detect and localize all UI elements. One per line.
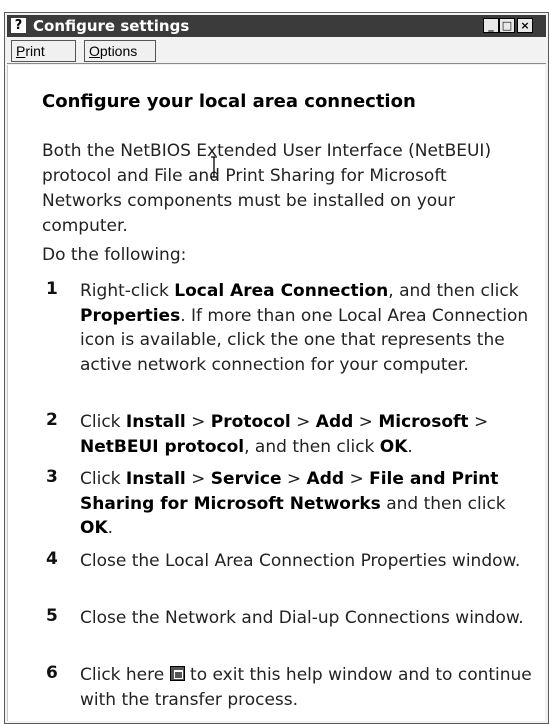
step-text-run: , and then click	[388, 281, 519, 301]
bold-text: OK	[379, 436, 408, 457]
step-text-run: Click here	[80, 665, 170, 685]
bold-text: Protocol	[210, 412, 291, 432]
bold-text: Install	[125, 412, 186, 432]
step-text-run: >	[344, 469, 370, 489]
bold-text: OK	[80, 518, 108, 538]
bold-text: Service	[210, 469, 282, 489]
step-text: Click Install > Service > Add > File and…	[80, 467, 540, 541]
step-number: 2	[46, 410, 58, 430]
step-text-run: >	[281, 469, 307, 489]
step-text-run: Click	[80, 412, 126, 432]
bold-text: Add	[315, 412, 354, 432]
help-content: Configure your local area connection Bot…	[7, 65, 545, 721]
step-text-run: Close the Local Area Connection Properti…	[80, 551, 521, 571]
step-text: Close the Network and Dial-up Connection…	[80, 606, 540, 631]
minimize-button[interactable]: _	[483, 18, 499, 33]
bold-text: NetBEUI protocol	[80, 436, 245, 457]
help-icon: ?	[11, 18, 26, 33]
step-text-run: Right-click	[80, 281, 175, 301]
step-text-run: and then click	[380, 493, 506, 514]
step-number: 1	[46, 279, 58, 299]
bold-text: Properties	[80, 305, 181, 326]
step-text: Click Install > Protocol > Add > Microso…	[80, 410, 540, 459]
step-number: 6	[46, 663, 58, 683]
toolbar: Print Options	[7, 39, 546, 64]
step-text-run: >	[290, 412, 316, 432]
step-text-run: , and then click	[244, 436, 380, 457]
step-text-run: >	[185, 469, 211, 489]
help-window: ? Configure settings _ □ × Print Options…	[4, 12, 549, 724]
step-text-run: >	[185, 412, 211, 432]
step-number: 3	[46, 467, 58, 487]
intro-paragraph: Both the NetBIOS Extended User Interface…	[42, 141, 492, 236]
page-title: Configure your local area connection	[42, 91, 416, 112]
step-text: Right-click Local Area Connection, and t…	[80, 279, 540, 377]
close-button[interactable]: ×	[517, 18, 533, 33]
options-button[interactable]: Options	[84, 40, 156, 62]
step-text-run: >	[468, 412, 489, 432]
close-window-icon[interactable]	[169, 666, 185, 681]
step-number: 4	[46, 549, 58, 569]
bold-text: Add	[306, 469, 345, 489]
step-text: Close the Local Area Connection Properti…	[80, 549, 540, 574]
step-text-run: Click	[80, 469, 126, 489]
bold-text: Microsoft	[378, 412, 469, 432]
step-number: 5	[46, 606, 58, 626]
bold-text: Install	[125, 469, 186, 489]
window-title: Configure settings	[33, 17, 190, 35]
step-text: Click here to exit this help window and …	[80, 663, 540, 712]
title-bar[interactable]: ? Configure settings _ □ ×	[7, 15, 546, 37]
step-text-run: Close the Network and Dial-up Connection…	[80, 608, 524, 628]
print-button[interactable]: Print	[11, 40, 76, 62]
text-cursor-icon	[210, 156, 217, 178]
instruction-lead: Do the following:	[42, 245, 187, 265]
maximize-button[interactable]: □	[499, 18, 515, 33]
step-text-run: .	[407, 436, 413, 457]
step-text-run: .	[107, 518, 114, 538]
bold-text: Local Area Connection	[174, 281, 389, 301]
step-text-run: >	[353, 412, 379, 432]
